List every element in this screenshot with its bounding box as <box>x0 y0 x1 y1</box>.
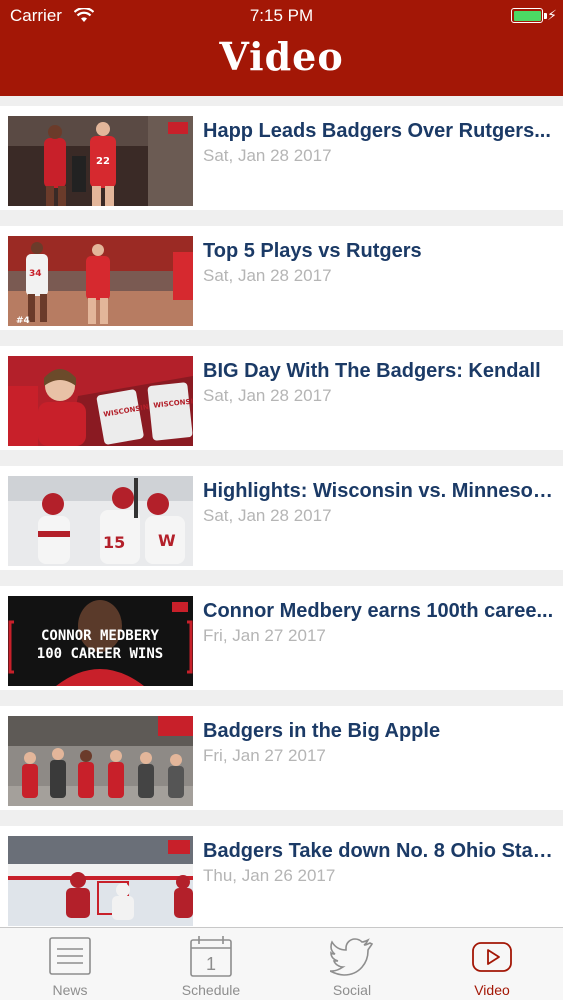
tab-news[interactable]: News <box>15 934 125 998</box>
video-thumbnail: 34 #4 <box>8 236 193 326</box>
video-title: Badgers in the Big Apple <box>203 720 441 742</box>
thumbnail-caption-line1: CONNOR MEDBERY <box>41 628 160 644</box>
tab-label: Social <box>332 982 372 998</box>
video-thumbnail <box>8 836 193 926</box>
video-row[interactable]: 34 #4 Top 5 Plays vs Rutgers Sat, Jan 28… <box>0 226 563 330</box>
calendar-icon: 1 <box>190 936 232 977</box>
charging-bolt-icon: ⚡ <box>547 7 557 23</box>
tab-social[interactable]: Social <box>297 934 407 998</box>
video-title: Top 5 Plays vs Rutgers <box>203 240 422 262</box>
tab-label: Video <box>474 982 510 998</box>
play-video-icon <box>472 942 512 972</box>
video-title: Connor Medbery earns 100th caree... <box>203 600 554 622</box>
svg-text:W: W <box>158 531 176 550</box>
tab-label: News <box>52 982 88 998</box>
video-date: Fri, Jan 27 2017 <box>203 746 326 765</box>
video-date: Sat, Jan 28 2017 <box>203 266 332 285</box>
video-thumbnail: WISCONSIN WISCONSIN <box>8 356 193 446</box>
svg-text:15: 15 <box>103 533 125 552</box>
video-title: BIG Day With The Badgers: Kendall <box>203 360 541 382</box>
status-bar: Carrier 7:15 PM ⚡ <box>0 6 563 28</box>
navigation-header: Carrier 7:15 PM ⚡ Video <box>0 0 563 96</box>
newspaper-icon <box>49 937 91 975</box>
video-date: Fri, Jan 27 2017 <box>203 626 326 645</box>
video-thumbnail: 22 <box>8 116 193 206</box>
svg-text:22: 22 <box>96 156 110 167</box>
video-row[interactable]: WISCONSIN WISCONSIN BIG Day With The Bad… <box>0 346 563 450</box>
video-thumbnail: CONNOR MEDBERY 100 CAREER WINS <box>8 596 193 686</box>
thumbnail-caption-line2: 100 CAREER WINS <box>37 646 163 662</box>
twitter-bird-icon <box>330 938 374 976</box>
tab-label: Schedule <box>181 982 241 998</box>
calendar-day-number: 1 <box>206 954 216 974</box>
video-thumbnail <box>8 716 193 806</box>
video-title: Badgers Take down No. 8 Ohio Stat... <box>203 840 555 862</box>
svg-text:34: 34 <box>29 269 42 279</box>
video-date: Sat, Jan 28 2017 <box>203 506 332 525</box>
video-row[interactable]: 15 W Highlights: Wisconsin vs. Minnesot.… <box>0 466 563 570</box>
tab-schedule[interactable]: 1 Schedule <box>156 934 266 998</box>
video-title: Happ Leads Badgers Over Rutgers... <box>203 120 551 142</box>
video-row[interactable]: Badgers Take down No. 8 Ohio Stat... Thu… <box>0 826 563 930</box>
tab-bar: News 1 Schedule Social Video <box>0 927 563 1000</box>
video-title: Highlights: Wisconsin vs. Minnesot... <box>203 480 555 502</box>
video-date: Sat, Jan 28 2017 <box>203 146 332 165</box>
video-date: Thu, Jan 26 2017 <box>203 866 336 885</box>
video-row[interactable]: 22 Happ Leads Badgers Over Rutgers... Sa… <box>0 106 563 210</box>
video-thumbnail: 15 W <box>8 476 193 566</box>
clock-time: 7:15 PM <box>249 6 314 25</box>
page-title: Video <box>219 34 344 79</box>
battery-icon <box>511 8 547 23</box>
video-row[interactable]: CONNOR MEDBERY 100 CAREER WINS Connor Me… <box>0 586 563 690</box>
tab-video[interactable]: Video <box>437 934 547 998</box>
svg-text:#4: #4 <box>16 316 30 326</box>
video-date: Sat, Jan 28 2017 <box>203 386 332 405</box>
video-row[interactable]: Badgers in the Big Apple Fri, Jan 27 201… <box>0 706 563 810</box>
